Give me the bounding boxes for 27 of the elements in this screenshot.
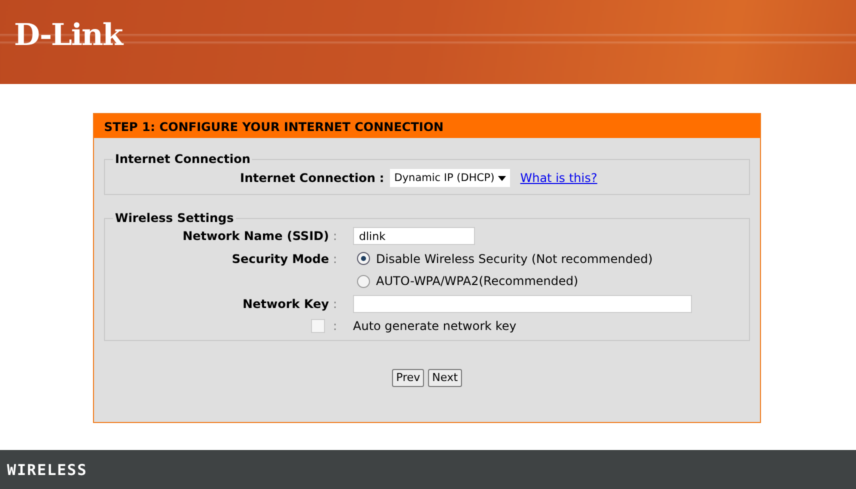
connection-dropdown[interactable]: Dynamic IP (DHCP) <box>390 169 510 187</box>
field-label: Network Name (SSID) <box>182 229 329 244</box>
text-field[interactable] <box>353 294 692 313</box>
colon: : <box>332 296 338 311</box>
radio-button[interactable] <box>357 274 370 288</box>
field-label: Internet Connection <box>240 171 376 185</box>
radio-label: Disable Wireless Security (Not recommended) <box>376 252 653 266</box>
colon: : <box>379 171 384 185</box>
radio-button[interactable] <box>357 252 370 266</box>
radio-label: AUTO-WPA/WPA2(Recommended) <box>376 274 578 288</box>
field-label: Security Mode <box>232 252 329 266</box>
logo: D-Link <box>14 18 122 52</box>
caret-icon <box>498 176 506 180</box>
fieldset-legend: Wireless Settings <box>113 211 236 225</box>
wizard-button[interactable]: Next <box>428 368 462 386</box>
colon: : <box>332 229 338 244</box>
wizard-button[interactable]: Prev <box>392 368 424 386</box>
checkbox-label: Auto generate network key <box>353 319 516 334</box>
checkbox[interactable] <box>311 319 325 334</box>
panel-title: STEP 1: CONFIGURE YOUR INTERNET CONNECTION <box>94 114 760 138</box>
colon: : <box>332 252 338 266</box>
help-link[interactable]: What is this? <box>520 171 598 185</box>
colon: : <box>332 319 338 334</box>
field-label: Network Key <box>242 296 329 311</box>
text-field[interactable]: dlink <box>353 227 475 246</box>
fieldset-legend: Internet Connection <box>113 152 252 166</box>
footer-brand: WIRELESS <box>7 460 88 478</box>
